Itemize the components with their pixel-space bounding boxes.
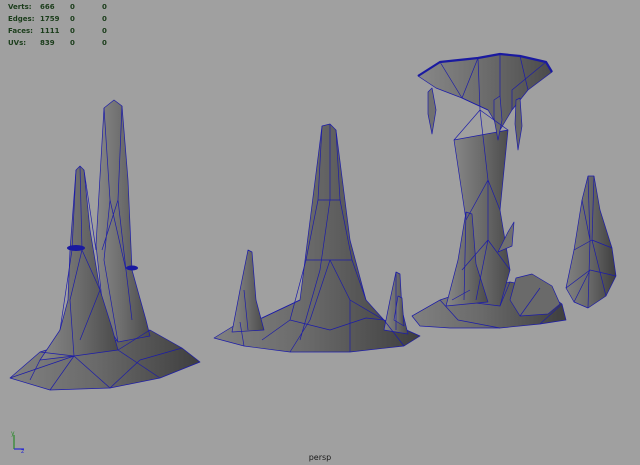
axis-y-label: y bbox=[11, 431, 15, 437]
stalactite-mesh-right[interactable] bbox=[565, 175, 617, 309]
stalactite-column-mesh[interactable] bbox=[411, 52, 567, 329]
stalagmite-mesh-center[interactable] bbox=[213, 123, 421, 353]
scene-geometry[interactable] bbox=[0, 0, 640, 465]
perspective-viewport[interactable]: Verts: 666 0 0 Edges: 1759 0 0 Faces: 11… bbox=[0, 0, 640, 465]
axis-indicator: y z bbox=[11, 431, 24, 453]
stalagmite-mesh-left[interactable] bbox=[9, 99, 201, 391]
camera-name-label: persp bbox=[308, 453, 332, 462]
